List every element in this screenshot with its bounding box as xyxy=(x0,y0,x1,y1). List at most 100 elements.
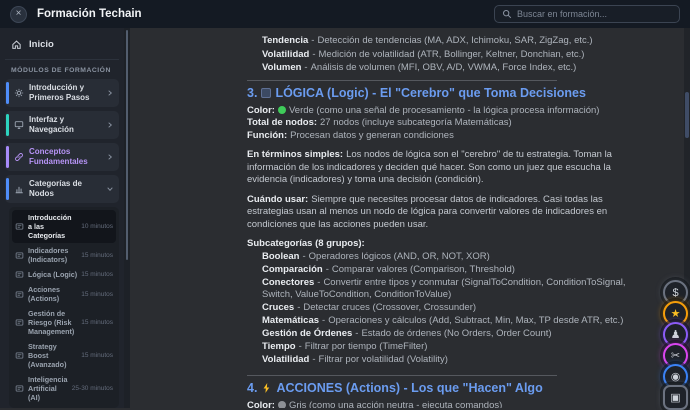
term-desc: Detectar cruces (Crossover, Crossunder) xyxy=(303,302,476,313)
term-desc: Filtrar por volatilidad (Volatility) xyxy=(319,354,448,365)
app-header: × Formación Techain xyxy=(0,0,690,28)
meta-value: Verde (como una señal de procesamiento -… xyxy=(289,105,600,116)
meta-label: Color: xyxy=(247,105,275,116)
pawn-icon: ♟ xyxy=(671,328,681,341)
page-scrollbar-thumb[interactable] xyxy=(685,92,689,138)
lesson-acciones[interactable]: Acciones (Actions) 15 minutos xyxy=(12,282,116,306)
paragraph-label: Cuándo usar: xyxy=(247,194,308,205)
term-desc: Comparar valores (Comparison, Threshold) xyxy=(332,264,515,275)
camera-badge[interactable]: ▣ xyxy=(663,385,688,410)
indicator-group-item: Tendencia-Detección de tendencias (MA, A… xyxy=(262,34,650,48)
lessons-submenu: Introducción a las Categorías 10 minutos… xyxy=(9,207,119,408)
lesson-card-icon xyxy=(15,384,24,393)
heading-text: ACCIONES (Actions) - Los que "Hacen" Alg… xyxy=(276,381,542,396)
gear-icon xyxy=(14,88,24,98)
paragraph-label: En términos simples: xyxy=(247,149,343,160)
lesson-duration: 15 minutos xyxy=(81,271,113,278)
meta-label: Total de nodos: xyxy=(247,117,317,128)
lesson-logica[interactable]: Lógica (Logic) 15 minutos xyxy=(12,267,116,282)
lesson-label: Indicadores (Indicators) xyxy=(28,246,77,264)
term: Comparación xyxy=(262,264,323,275)
actions-color-line: Color:Gris (como una acción neutra - eje… xyxy=(247,400,650,409)
separator: - xyxy=(326,264,329,275)
term: Volatilidad xyxy=(262,49,309,60)
lesson-content: Tendencia-Detección de tendencias (MA, A… xyxy=(130,28,684,408)
module-categorias-de-nodos[interactable]: Categorías de Nodos xyxy=(5,175,119,203)
module-conceptos-fundamentales[interactable]: Conceptos Fundamentales xyxy=(5,143,119,171)
logic-function-line: Función:Procesan datos y generan condici… xyxy=(247,130,650,143)
brain-emoji-icon xyxy=(261,88,271,98)
lesson-card-icon xyxy=(15,318,24,327)
lightning-emoji-icon xyxy=(261,382,272,394)
module-label: Categorías de Nodos xyxy=(29,179,101,199)
separator: - xyxy=(302,251,305,262)
lesson-inteligencia-artificial[interactable]: Inteligencia Artificial (AI) 25-30 minut… xyxy=(12,372,116,405)
divider xyxy=(247,375,557,376)
scissors-icon: ✂ xyxy=(671,349,680,362)
subcategory-item: Cruces-Detectar cruces (Crossover, Cross… xyxy=(262,302,650,315)
lesson-label: Inteligencia Artificial (AI) xyxy=(28,375,68,402)
floating-badges: $ ★ ♟ ✂ ◉ ▣ xyxy=(663,284,688,410)
lesson-duration: 15 minutos xyxy=(81,291,113,298)
logic-simple-paragraph: En términos simples:Los nodos de lógica … xyxy=(247,149,650,187)
sidebar-item-home[interactable]: Inicio xyxy=(5,33,119,60)
lesson-indicadores[interactable]: Indicadores (Indicators) 15 minutos xyxy=(12,243,116,267)
subcategory-item: Comparación-Comparar valores (Comparison… xyxy=(262,264,650,277)
term-desc: Filtrar por tiempo (TimeFilter) xyxy=(305,341,428,352)
search-input[interactable] xyxy=(517,9,672,19)
logic-color-line: Color: Verde (como una señal de procesami… xyxy=(247,105,650,118)
separator: - xyxy=(304,62,307,73)
subcategory-item: Conectores-Convertir entre tipos y conmu… xyxy=(262,277,650,302)
gray-circle-icon xyxy=(278,401,286,409)
term: Cruces xyxy=(262,302,294,313)
chevron-right-icon xyxy=(106,89,114,97)
separator: - xyxy=(299,341,302,352)
home-icon xyxy=(11,39,22,50)
lesson-gestion-riesgo[interactable]: Gestión de Riesgo (Risk Management) 15 m… xyxy=(12,306,116,339)
lesson-card-icon xyxy=(15,251,24,260)
term: Tiempo xyxy=(262,341,296,352)
separator: - xyxy=(312,49,315,60)
star-icon: ★ xyxy=(671,307,681,320)
sidebar: Inicio MÓDULOS DE FORMACIÓN Introducción… xyxy=(0,28,124,408)
camera-icon: ▣ xyxy=(670,391,680,404)
module-introduccion-primeros-pasos[interactable]: Introducción y Primeros Pasos xyxy=(5,79,119,107)
content-scrollbar-thumb-left[interactable] xyxy=(126,30,128,260)
logic-total-line: Total de nodos:27 nodos (incluye subcate… xyxy=(247,117,650,130)
section-heading-logica: 3. LÓGICA (Logic) - El "Cerebro" que Tom… xyxy=(247,86,650,101)
lesson-duration: 15 minutos xyxy=(81,252,113,259)
close-sidebar-button[interactable]: × xyxy=(10,6,27,23)
subcategory-item: Volatilidad-Filtrar por volatilidad (Vol… xyxy=(262,354,650,367)
term: Tendencia xyxy=(262,35,308,46)
lesson-label: Introducción a las Categorías xyxy=(28,213,77,240)
subcategories-label: Subcategorías (8 grupos): xyxy=(247,238,650,251)
divider xyxy=(247,80,557,81)
term: Volumen xyxy=(262,62,301,73)
app-title: Formación Techain xyxy=(37,8,142,20)
bar-chart-icon xyxy=(14,184,24,194)
home-label: Inicio xyxy=(29,39,54,50)
separator: - xyxy=(311,35,314,46)
close-icon: × xyxy=(16,9,22,19)
term: Conectores xyxy=(262,277,314,288)
lesson-introduccion-categorias[interactable]: Introducción a las Categorías 10 minutos xyxy=(12,210,116,243)
module-interfaz-navegacion[interactable]: Interfaz y Navegación xyxy=(5,111,119,139)
meta-value: Procesan datos y generan condiciones xyxy=(290,130,454,141)
separator: - xyxy=(312,354,315,365)
search-box[interactable] xyxy=(494,5,680,23)
term: Volatilidad xyxy=(262,354,309,365)
meta-label: Color: xyxy=(247,400,275,409)
link-icon xyxy=(14,152,24,162)
term-desc: Estado de órdenes (No Orders, Order Coun… xyxy=(361,328,551,339)
lesson-duration: 15 minutos xyxy=(81,319,113,326)
separator: - xyxy=(355,328,358,339)
indicator-group-item: Volumen-Análisis de volumen (MFI, OBV, A… xyxy=(262,61,650,75)
lesson-label: Strategy Boost (Avanzado) xyxy=(28,342,77,369)
lesson-strategy-boost[interactable]: Strategy Boost (Avanzado) 15 minutos xyxy=(12,339,116,372)
meta-value: 27 nodos (incluye subcategoría Matemátic… xyxy=(320,117,512,128)
dollar-icon: $ xyxy=(672,287,678,299)
subcategory-item: Gestión de Órdenes-Estado de órdenes (No… xyxy=(262,328,650,341)
term-desc: Operaciones y cálculos (Add, Subtract, M… xyxy=(328,315,623,326)
lesson-card-icon xyxy=(15,270,24,279)
lesson-duration: 15 minutos xyxy=(81,352,113,359)
